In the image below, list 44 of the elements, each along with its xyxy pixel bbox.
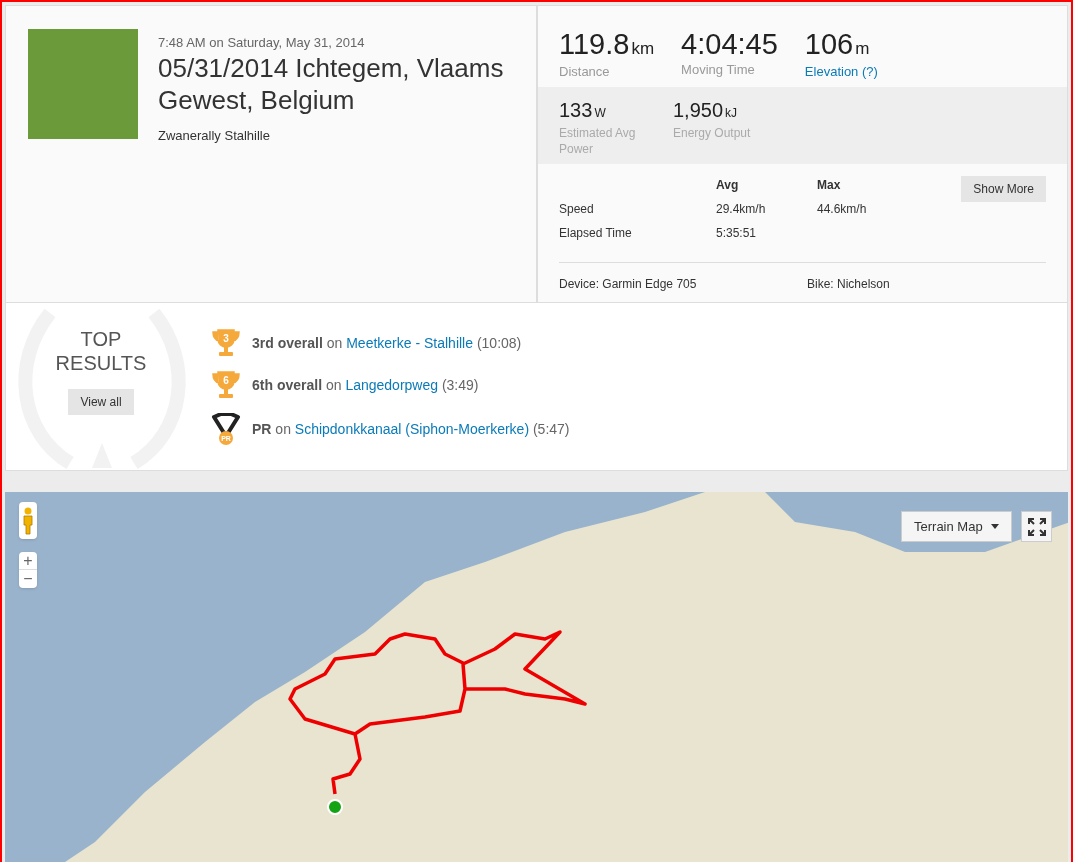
stat-unit: kJ [725, 105, 738, 122]
result-text: PR on Schipdonkkanaal (Siphon-Moerkerke) (5:47) [252, 419, 570, 439]
stat-link[interactable]: Elevation (?) [804, 61, 878, 81]
table-cell-text: 5:35:51 [716, 225, 757, 242]
table-cell-text: 29.4km/h [716, 201, 766, 218]
rank-number-label: 3 [222, 332, 230, 346]
bike-text: Bike: Nichelson [807, 276, 890, 293]
start-marker [327, 799, 343, 815]
expand-icon [1027, 517, 1046, 536]
result-text: 3rd overall on Meetkerke - Stalhille (10:08) [252, 333, 522, 353]
column-header: Avg [716, 177, 739, 194]
zoom-out-button[interactable]: − [19, 570, 37, 588]
row-label: Speed [559, 201, 594, 218]
caret-icon [990, 524, 999, 529]
view-all-button[interactable]: View all [68, 389, 134, 415]
rank-number-label: 6 [222, 374, 230, 388]
stat-value: 133 [559, 98, 593, 123]
row-label: Elapsed Time [559, 225, 632, 242]
zoom-in-button[interactable]: + [19, 552, 37, 570]
results-title: TOP RESULTS [54, 327, 148, 375]
table-cell-text: 44.6km/h [817, 201, 867, 218]
activity-subtitle: Zwanerally Stalhille [158, 127, 270, 145]
activity-datetime: 7:48 AM on Saturday, May 31, 2014 [158, 35, 365, 51]
activity-title: 05/31/2014 Ichtegem, Vlaams Gewest, Belgium [158, 52, 505, 116]
stat-label: Distance [559, 62, 610, 81]
stat-label: Moving Time [681, 61, 755, 79]
segment-link[interactable]: Schipdonkkanaal (Siphon-Moerkerke) [294, 420, 530, 437]
stat-value: 4:04:45 [681, 28, 778, 60]
segment-link[interactable]: Meetkerke - Stalhille [346, 334, 473, 351]
show-more-button[interactable]: Show More [961, 176, 1046, 202]
device-text: Device: Garmin Edge 705 [559, 277, 697, 291]
stat-value: 106 [804, 28, 854, 60]
segment-link[interactable]: Langedorpweg [345, 376, 439, 393]
column-header: Max [817, 177, 841, 194]
result-text: 6th overall on Langedorpweg (3:49) [252, 375, 479, 395]
stat-label: Energy Output [673, 125, 751, 141]
stat-unit: W [594, 105, 606, 122]
stat-unit: m [855, 38, 870, 60]
stat-value: 119.8 [559, 28, 630, 60]
stat-unit: km [631, 38, 655, 60]
fullscreen-button[interactable] [1021, 511, 1052, 542]
stat-value: 1,950 [673, 98, 724, 123]
stat-label: Estimated Avg Power [559, 125, 637, 157]
map-type-dropdown[interactable]: Terrain Map [901, 511, 1012, 542]
